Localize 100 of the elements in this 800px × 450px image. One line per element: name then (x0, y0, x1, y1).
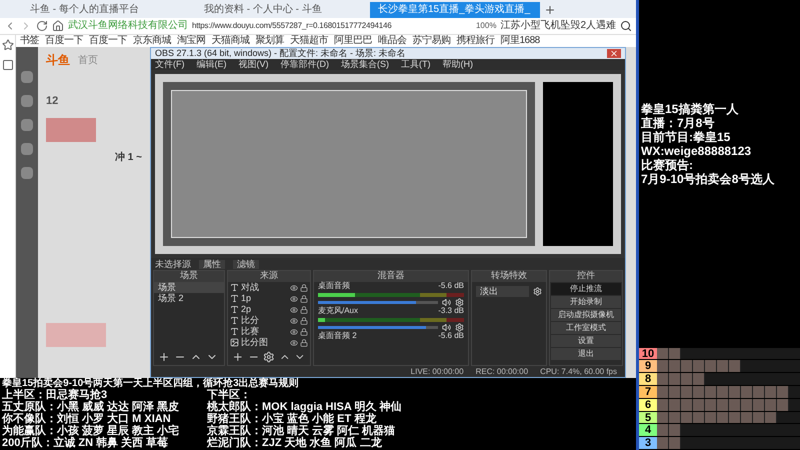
settings-icon[interactable] (455, 323, 464, 332)
status-text: LIVE: 00:00:00 (410, 368, 464, 376)
scene-item[interactable]: 场景 (154, 282, 224, 293)
menu-item[interactable]: 场景集合(S) (341, 60, 389, 69)
portrait-placeholder (657, 424, 669, 436)
panel-icon[interactable] (2, 59, 14, 71)
tier-label: 8 (639, 373, 657, 386)
add-icon[interactable] (158, 351, 170, 363)
portrait-placeholder (657, 437, 669, 449)
dock-title: 混音器 (314, 271, 468, 282)
lock-icon[interactable] (300, 294, 308, 302)
search-icon[interactable] (620, 20, 632, 32)
visibility-icon[interactable] (290, 338, 298, 346)
portrait-placeholder (693, 398, 705, 411)
schedule-headline: 拳皇15拍卖会9-10号两天第一天上半区四组，循环抢3出总赛马规则 (2, 378, 300, 389)
portrait-placeholder (717, 398, 729, 411)
team-lineup: 下半区： (207, 389, 252, 401)
lock-icon[interactable] (300, 306, 308, 314)
level-count: 12 (46, 94, 60, 109)
source-item[interactable]: 1p (241, 294, 288, 303)
menu-item[interactable]: 工具(T) (401, 60, 430, 69)
portrait-placeholder (777, 398, 789, 411)
speaker-icon[interactable] (442, 298, 451, 307)
browser-tab[interactable]: 我的资料 - 个人中心 - 斗鱼 (196, 2, 366, 18)
lock-icon[interactable] (300, 284, 308, 292)
visibility-icon[interactable] (290, 284, 298, 292)
portrait-placeholder (765, 386, 777, 398)
source-item[interactable]: 2p (241, 305, 288, 314)
text-source-icon (230, 316, 239, 325)
control-button[interactable]: 停止推流 (551, 283, 621, 295)
lock-icon[interactable] (300, 316, 308, 324)
text-source-icon (230, 327, 239, 336)
control-button[interactable]: 开始录制 (551, 296, 621, 308)
window-title: OBS 27.1.3 (64 bit, windows) - 配置文件: 未命名 - 场景: 未命名 (155, 49, 407, 58)
scene-item[interactable]: 场景 2 (154, 293, 224, 304)
transition-select[interactable]: 淡出 (476, 286, 529, 297)
dock-title: 控件 (550, 271, 622, 282)
text-source-icon (230, 283, 239, 292)
lock-icon[interactable] (300, 328, 308, 336)
visibility-icon[interactable] (290, 316, 298, 324)
status-text: CPU: 7.4%, 60.00 fps (540, 368, 617, 376)
tier-label: 9 (639, 360, 657, 372)
home-icon[interactable] (52, 20, 64, 32)
close-icon[interactable] (607, 49, 621, 58)
control-button[interactable]: 工作室模式 (551, 322, 621, 334)
settings-icon[interactable] (455, 298, 464, 307)
settings-icon[interactable] (263, 351, 275, 363)
new-tab-icon[interactable] (544, 4, 556, 16)
visibility-icon[interactable] (290, 328, 298, 336)
zoom-level[interactable]: 100% (476, 20, 496, 32)
stream-info-text: 比赛预告: (641, 158, 694, 172)
source-status: 未选择源 (155, 260, 191, 268)
control-button[interactable]: 退出 (551, 348, 621, 360)
bookmark-link[interactable]: 阿里巴巴 (334, 36, 372, 46)
settings-icon[interactable] (533, 287, 542, 296)
portrait-placeholder (693, 360, 705, 372)
address-field[interactable]: 武汉斗鱼网络科技有限公司 https://www.douyu.com/5557287_r=0.16801517772494146 (68, 21, 472, 31)
bookmark-link[interactable]: 书签 (20, 36, 39, 46)
reload-icon[interactable] (36, 20, 48, 32)
source-item[interactable]: 对战 (241, 283, 288, 292)
dock-title: 转场特效 (472, 271, 546, 282)
visibility-icon[interactable] (290, 306, 298, 314)
portrait-placeholder (657, 373, 669, 386)
url-text: https://www.douyu.com/5557287_r=0.16801517772494146 (192, 22, 392, 30)
source-item[interactable]: 比赛 (241, 327, 288, 336)
menu-item[interactable]: 编辑(E) (196, 60, 226, 69)
menu-item[interactable]: 帮助(H) (442, 60, 473, 69)
control-button[interactable]: 启动虚拟摄像机 (551, 309, 621, 321)
bookmark-link[interactable]: 聚划算 (256, 36, 284, 46)
toolbar-button[interactable]: 滤镜 (233, 260, 259, 268)
portrait-placeholder (693, 386, 705, 398)
tier-label: 5 (639, 412, 657, 424)
bookmark-link[interactable]: 唯品会 (378, 36, 406, 46)
volume-slider[interactable] (318, 301, 438, 304)
lock-icon[interactable] (300, 338, 308, 346)
menu-item[interactable]: 文件(F) (155, 60, 184, 69)
promo-image-placeholder (46, 322, 106, 346)
source-item[interactable]: 比分图 (241, 338, 288, 347)
team-lineup: 野猪王队：小宝 蓝色 小能 ET 程龙 (207, 413, 378, 425)
portrait-placeholder (681, 398, 693, 411)
browser-tab[interactable]: 长沙拳皇第15直播_拳头游戏直播_ (370, 2, 540, 18)
search-field[interactable]: 江苏小型飞机坠毁2人遇难 (500, 21, 616, 31)
menu-item[interactable]: 视图(V) (238, 60, 268, 69)
browser-tab[interactable]: 斗鱼 - 每个人的直播平台 (22, 2, 192, 18)
portrait-placeholder (705, 398, 717, 411)
source-item[interactable]: 比分 (241, 316, 288, 325)
toolbar-button[interactable]: 属性 (199, 260, 225, 268)
star-icon[interactable] (2, 39, 14, 51)
gift-image-placeholder (46, 118, 96, 142)
portrait-placeholder (765, 398, 777, 411)
bookmark-link[interactable]: 阿里1688 (500, 36, 540, 46)
add-icon[interactable] (232, 351, 244, 363)
channel-name: 麦克风/Aux (318, 307, 358, 317)
tier-label: 4 (639, 424, 657, 436)
text-source-icon (230, 294, 239, 303)
menu-item[interactable]: 停靠部件(D) (280, 60, 329, 69)
speaker-icon[interactable] (442, 323, 451, 332)
control-button[interactable]: 设置 (551, 335, 621, 347)
visibility-icon[interactable] (290, 294, 298, 302)
channel-name: 桌面音频 2 (318, 332, 357, 342)
